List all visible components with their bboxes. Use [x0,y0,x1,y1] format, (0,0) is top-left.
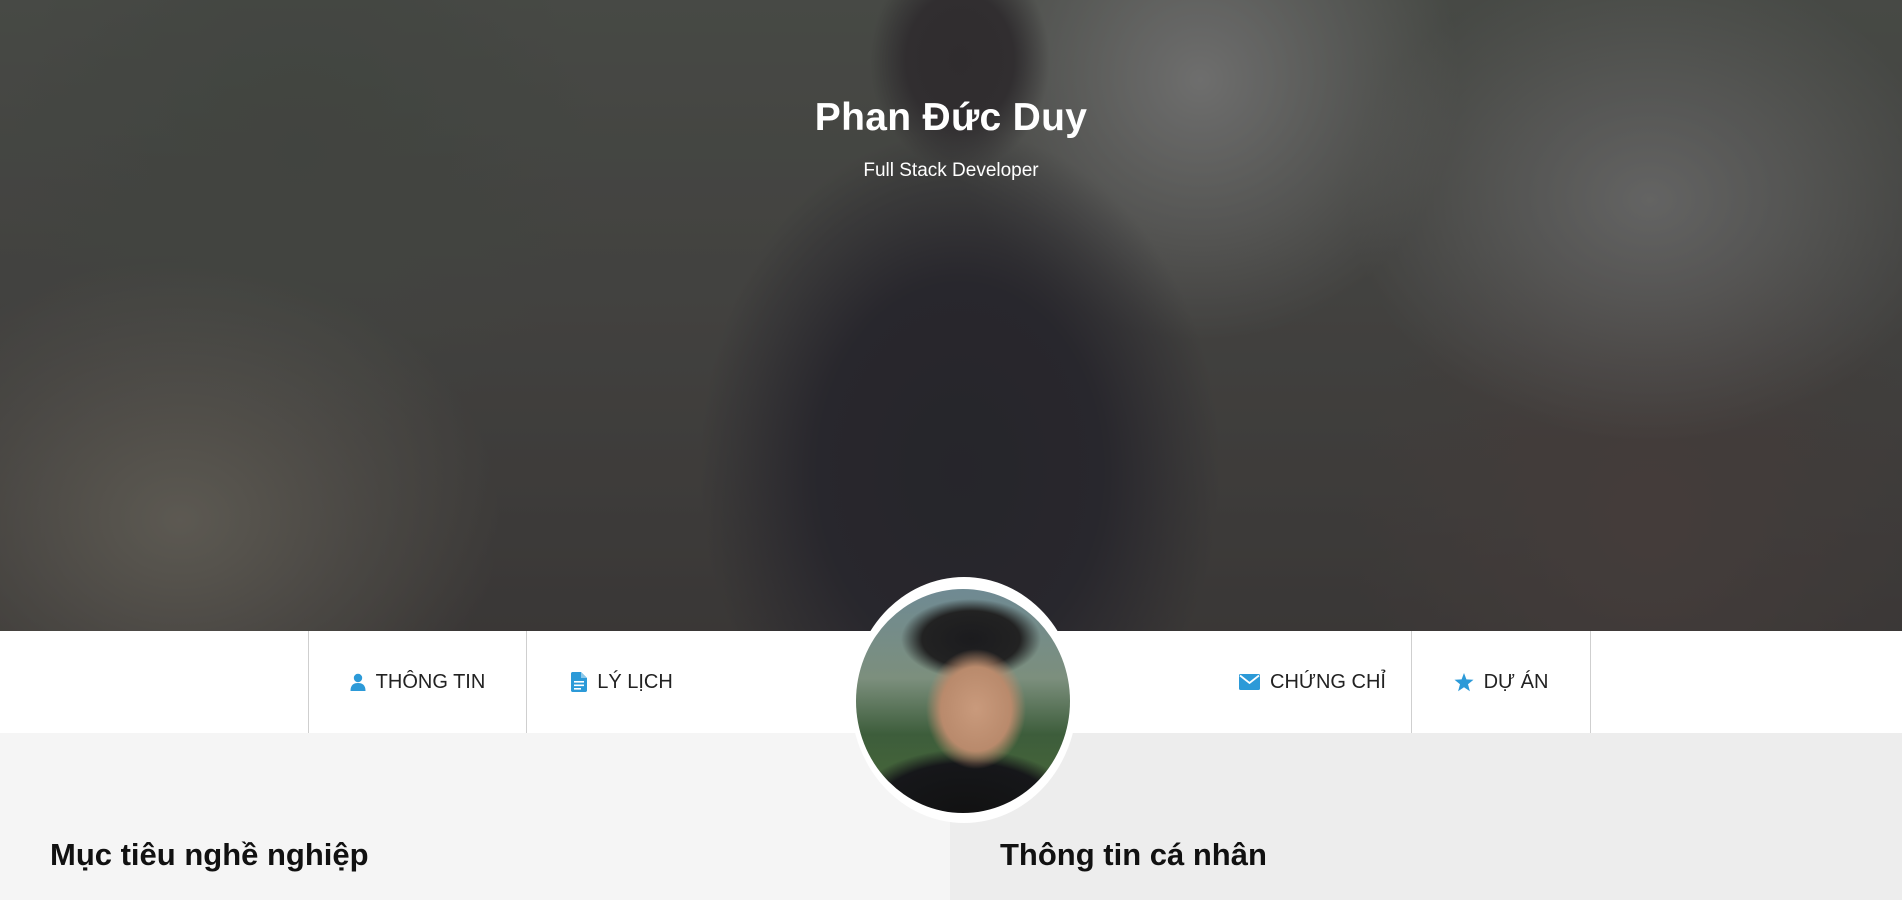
nav-item-ly-lich[interactable]: LÝ LỊCH [527,631,717,733]
nav-divider [1590,631,1591,733]
star-icon [1454,672,1474,692]
document-icon [571,672,588,692]
profile-name: Phan Đức Duy [814,96,1088,139]
nav-item-chung-chi[interactable]: CHỨNG CHỈ [1214,631,1411,733]
personal-info-panel [950,733,1902,900]
nav-item-label: DỰ ÁN [1483,670,1549,693]
envelope-icon [1239,674,1261,690]
career-objective-panel [0,733,950,900]
avatar[interactable] [856,589,1070,813]
career-objective-title: Mục tiêu nghề nghiệp [50,837,369,872]
personal-info-title: Thông tin cá nhân [1000,837,1267,872]
nav-item-thong-tin[interactable]: THÔNG TIN [309,631,526,733]
nav-item-du-an[interactable]: DỰ ÁN [1412,631,1590,733]
user-icon [350,673,366,691]
nav-item-label: LÝ LỊCH [597,670,673,693]
hero-banner: Phan Đức Duy Full Stack Developer [0,0,1902,631]
profile-role: Full Stack Developer [863,160,1039,181]
nav-item-label: THÔNG TIN [375,670,486,693]
nav-item-label: CHỨNG CHỈ [1270,670,1386,693]
